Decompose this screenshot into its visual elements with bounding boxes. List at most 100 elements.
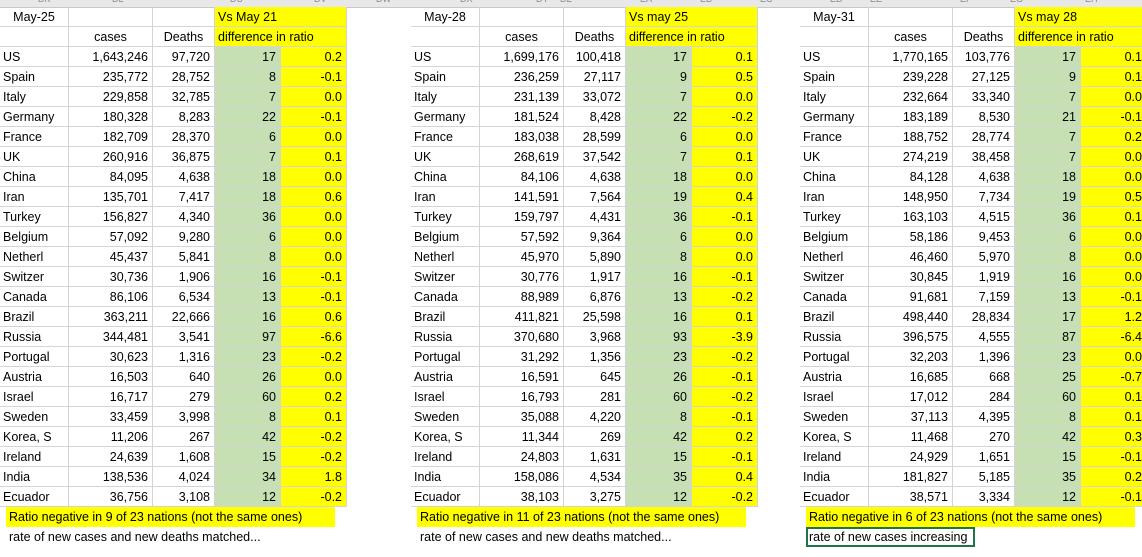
deaths-cell[interactable]: 3,108 — [153, 487, 215, 507]
cases-cell[interactable]: 46,460 — [869, 247, 953, 267]
cases-cell[interactable]: 180,328 — [69, 107, 153, 127]
diff-cell[interactable]: 0.0 — [692, 167, 758, 187]
deaths-cell[interactable]: 97,720 — [153, 47, 215, 67]
diff-cell[interactable]: 0.1 — [281, 407, 347, 427]
date-cell[interactable]: May-28 — [411, 7, 480, 27]
cases-cell[interactable]: 181,827 — [869, 467, 953, 487]
difference-header-cell[interactable]: difference in ratio — [626, 27, 758, 47]
deaths-cell[interactable]: 5,841 — [153, 247, 215, 267]
diff-cell[interactable]: 0.0 — [1081, 227, 1142, 247]
deaths-cell[interactable]: 27,117 — [564, 67, 626, 87]
ratio-cell[interactable]: 7 — [626, 147, 692, 167]
diff-cell[interactable]: 0.2 — [281, 387, 347, 407]
cases-cell[interactable]: 58,186 — [869, 227, 953, 247]
country-cell[interactable]: Israel — [800, 387, 869, 407]
deaths-cell[interactable]: 28,774 — [953, 127, 1015, 147]
deaths-cell[interactable]: 267 — [153, 427, 215, 447]
diff-cell[interactable]: -0.1 — [692, 367, 758, 387]
cases-cell[interactable]: 188,752 — [869, 127, 953, 147]
country-cell[interactable]: India — [0, 467, 69, 487]
cases-cell[interactable]: 37,113 — [869, 407, 953, 427]
country-cell[interactable]: Austria — [411, 367, 480, 387]
cases-cell[interactable]: 182,709 — [69, 127, 153, 147]
cases-cell[interactable]: 33,459 — [69, 407, 153, 427]
vs-label-cell[interactable]: Vs may 28 — [1015, 7, 1142, 27]
cases-cell[interactable]: 344,481 — [69, 327, 153, 347]
country-cell[interactable]: Netherl — [0, 247, 69, 267]
country-cell[interactable]: Germany — [0, 107, 69, 127]
deaths-cell[interactable]: 1,906 — [153, 267, 215, 287]
diff-cell[interactable]: -0.1 — [1081, 447, 1142, 467]
deaths-header-cell[interactable]: Deaths — [953, 27, 1015, 47]
deaths-cell[interactable]: 9,280 — [153, 227, 215, 247]
diff-cell[interactable]: -0.2 — [281, 347, 347, 367]
deaths-cell[interactable]: 4,638 — [153, 167, 215, 187]
country-cell[interactable]: Brazil — [800, 307, 869, 327]
cases-cell[interactable]: 156,827 — [69, 207, 153, 227]
deaths-cell[interactable]: 28,834 — [953, 307, 1015, 327]
deaths-cell[interactable]: 4,515 — [953, 207, 1015, 227]
cases-cell[interactable]: 229,858 — [69, 87, 153, 107]
cases-cell[interactable]: 91,681 — [869, 287, 953, 307]
diff-cell[interactable]: -0.1 — [281, 107, 347, 127]
country-cell[interactable]: Ecuador — [411, 487, 480, 507]
country-cell[interactable]: China — [800, 167, 869, 187]
ratio-cell[interactable]: 16 — [215, 267, 281, 287]
deaths-cell[interactable]: 1,917 — [564, 267, 626, 287]
ratio-cell[interactable]: 7 — [1015, 87, 1081, 107]
cases-cell[interactable]: 1,770,165 — [869, 47, 953, 67]
ratio-cell[interactable]: 6 — [1015, 227, 1081, 247]
ratio-cell[interactable]: 17 — [1015, 307, 1081, 327]
diff-cell[interactable]: 0.0 — [692, 127, 758, 147]
diff-cell[interactable]: 0.4 — [692, 187, 758, 207]
diff-cell[interactable]: -0.2 — [281, 487, 347, 507]
country-cell[interactable]: Ecuador — [0, 487, 69, 507]
cases-cell[interactable]: 141,591 — [480, 187, 564, 207]
diff-cell[interactable]: -0.1 — [281, 267, 347, 287]
diff-cell[interactable]: 0.1 — [692, 47, 758, 67]
diff-cell[interactable]: 0.0 — [692, 247, 758, 267]
deaths-cell[interactable]: 3,998 — [153, 407, 215, 427]
ratio-cell[interactable]: 26 — [626, 367, 692, 387]
cases-cell[interactable]: 396,575 — [869, 327, 953, 347]
diff-cell[interactable]: 0.2 — [281, 47, 347, 67]
diff-cell[interactable]: 0.0 — [281, 247, 347, 267]
spreadsheet-grid[interactable]: May-25 Vs May 21 cases Deaths difference in … — [0, 0, 1142, 557]
empty-cell[interactable] — [480, 7, 564, 27]
ratio-cell[interactable]: 7 — [215, 147, 281, 167]
country-cell[interactable]: Israel — [411, 387, 480, 407]
cases-cell[interactable]: 86,106 — [69, 287, 153, 307]
deaths-cell[interactable]: 4,534 — [564, 467, 626, 487]
diff-cell[interactable]: 0.1 — [1081, 407, 1142, 427]
cases-cell[interactable]: 135,701 — [69, 187, 153, 207]
country-cell[interactable]: France — [411, 127, 480, 147]
country-cell[interactable]: Turkey — [411, 207, 480, 227]
ratio-cell[interactable]: 87 — [1015, 327, 1081, 347]
diff-cell[interactable]: 0.1 — [1081, 387, 1142, 407]
diff-cell[interactable]: 0.2 — [692, 427, 758, 447]
cases-cell[interactable]: 274,219 — [869, 147, 953, 167]
deaths-cell[interactable]: 5,890 — [564, 247, 626, 267]
deaths-cell[interactable]: 4,638 — [953, 167, 1015, 187]
ratio-cell[interactable]: 8 — [626, 247, 692, 267]
ratio-cell[interactable]: 23 — [215, 347, 281, 367]
cases-cell[interactable]: 16,717 — [69, 387, 153, 407]
cases-cell[interactable]: 36,756 — [69, 487, 153, 507]
deaths-cell[interactable]: 5,185 — [953, 467, 1015, 487]
deaths-cell[interactable]: 28,370 — [153, 127, 215, 147]
date-cell[interactable]: May-25 — [0, 7, 69, 27]
diff-cell[interactable]: -0.1 — [281, 67, 347, 87]
country-cell[interactable]: Iran — [0, 187, 69, 207]
cases-cell[interactable]: 411,821 — [480, 307, 564, 327]
diff-cell[interactable]: -0.1 — [692, 207, 758, 227]
ratio-cell[interactable]: 60 — [1015, 387, 1081, 407]
country-cell[interactable]: Italy — [411, 87, 480, 107]
deaths-cell[interactable]: 1,608 — [153, 447, 215, 467]
deaths-cell[interactable]: 5,970 — [953, 247, 1015, 267]
diff-cell[interactable]: 0.5 — [692, 67, 758, 87]
ratio-cell[interactable]: 6 — [626, 227, 692, 247]
cases-cell[interactable]: 363,211 — [69, 307, 153, 327]
ratio-cell[interactable]: 35 — [626, 467, 692, 487]
diff-cell[interactable]: 0.0 — [1081, 347, 1142, 367]
deaths-cell[interactable]: 7,564 — [564, 187, 626, 207]
